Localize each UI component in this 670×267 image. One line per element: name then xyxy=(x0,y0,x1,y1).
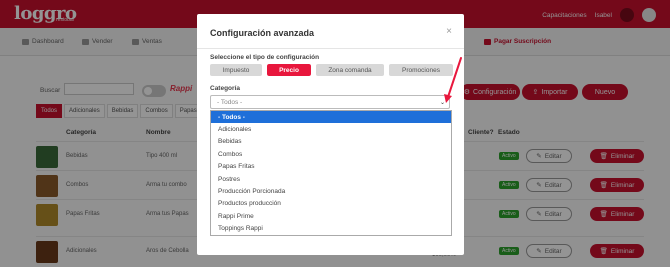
dropdown-option[interactable]: Rappi Prime xyxy=(211,210,451,222)
category-select[interactable]: - Todos - ⌄ xyxy=(210,95,450,109)
category-dropdown-list: - Todos - Adicionales Bebidas Combos Pap… xyxy=(210,110,452,236)
select-value: - Todos - xyxy=(217,98,243,106)
tab-impuesto[interactable]: Impuesto xyxy=(210,64,262,76)
dropdown-option[interactable]: - Todos - xyxy=(211,111,451,124)
category-label: Categoría xyxy=(210,85,240,92)
dropdown-option[interactable]: Postres xyxy=(211,173,451,185)
tab-zona-comanda[interactable]: Zona comanda xyxy=(316,64,384,76)
dropdown-option[interactable]: Producción Porcionada xyxy=(211,185,451,197)
dropdown-option[interactable]: Adicionales xyxy=(211,123,451,135)
dropdown-option[interactable]: Bebidas xyxy=(211,136,451,148)
dropdown-option[interactable]: Combos xyxy=(211,148,451,160)
close-icon[interactable]: × xyxy=(446,26,452,37)
dropdown-option[interactable]: Toppings Rappi xyxy=(211,223,451,235)
chevron-down-icon: ⌄ xyxy=(439,100,445,106)
tab-precio[interactable]: Precio xyxy=(265,62,313,78)
dropdown-option[interactable]: Papas Fritas xyxy=(211,161,451,173)
dropdown-option[interactable]: Productos producción xyxy=(211,198,451,210)
tab-promociones[interactable]: Promociones xyxy=(389,64,453,76)
config-type-label: Seleccione el tipo de configuración xyxy=(210,54,320,61)
modal-title: Configuración avanzada xyxy=(210,28,315,38)
modal-divider xyxy=(197,48,464,49)
